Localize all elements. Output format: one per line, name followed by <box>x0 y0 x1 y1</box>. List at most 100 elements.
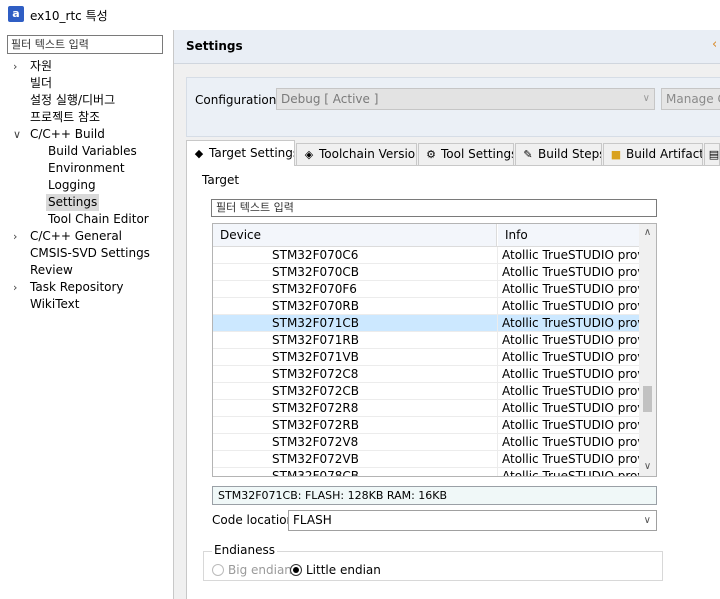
table-row[interactable]: STM32F070C6 Atollic TrueSTUDIO prov... <box>213 247 639 264</box>
tree-item[interactable]: WikiText <box>0 296 172 313</box>
tab-tool-settings[interactable]: ⚙ Tool Settings <box>418 143 514 165</box>
tab-binary-parsers[interactable]: ▤ <box>704 143 720 165</box>
device-table-scrollbar[interactable]: ∧ ∨ <box>639 224 656 476</box>
tab-build-steps[interactable]: ✎ Build Steps <box>515 143 602 165</box>
table-row[interactable]: STM32F071CB Atollic TrueSTUDIO prov... <box>213 315 639 332</box>
info-cell: Atollic TrueSTUDIO prov... <box>502 384 639 398</box>
table-row[interactable]: STM32F072RB Atollic TrueSTUDIO prov... <box>213 417 639 434</box>
info-cell: Atollic TrueSTUDIO prov... <box>502 469 639 477</box>
device-cell: STM32F078CB <box>272 469 359 477</box>
build-artifact-icon: ■ <box>610 147 622 161</box>
tab-build-artifact[interactable]: ■ Build Artifact <box>603 143 703 165</box>
tab-label: Target Settings <box>209 146 295 160</box>
device-cell: STM32F071RB <box>272 333 359 347</box>
chevron-left-icon[interactable]: ‹ <box>712 37 720 53</box>
tree-item[interactable]: ∨ C/C++ Build <box>0 126 172 143</box>
title-bar: a ex10_rtc 특성 <box>0 0 720 30</box>
tab-label: Toolchain Version <box>319 147 417 161</box>
tree-item[interactable]: 프로젝트 참조 <box>0 109 172 126</box>
table-row[interactable]: STM32F072R8 Atollic TrueSTUDIO prov... <box>213 400 639 417</box>
tree-item[interactable]: Logging <box>0 177 172 194</box>
chevron-down-icon[interactable]: ∨ <box>13 126 21 143</box>
column-separator <box>497 400 498 417</box>
little-endian-radio[interactable]: Little endian <box>290 562 381 578</box>
tree-item[interactable]: CMSIS-SVD Settings <box>0 245 172 262</box>
info-cell: Atollic TrueSTUDIO prov... <box>502 367 639 381</box>
code-location-select[interactable]: FLASH ∨ <box>288 510 657 531</box>
column-separator <box>497 468 498 476</box>
configuration-panel: Configuration: Debug [ Active ] ∨ Manage… <box>186 77 720 137</box>
tree-item[interactable]: Build Variables <box>0 143 172 160</box>
radio-icon <box>212 564 224 576</box>
tree-item[interactable]: Review <box>0 262 172 279</box>
table-row[interactable]: STM32F070CB Atollic TrueSTUDIO prov... <box>213 264 639 281</box>
big-endian-radio: Big endian <box>212 562 292 578</box>
info-cell: Atollic TrueSTUDIO prov... <box>502 435 639 449</box>
column-separator <box>497 434 498 451</box>
settings-tabs: ◆ Target Settings ◈ Toolchain Version ⚙ … <box>186 140 720 166</box>
info-cell: Atollic TrueSTUDIO prov... <box>502 316 639 330</box>
tree-item[interactable]: Environment <box>0 160 172 177</box>
target-settings-icon: ◆ <box>194 146 204 160</box>
column-header-info[interactable]: Info <box>498 224 639 246</box>
table-row[interactable]: STM32F072CB Atollic TrueSTUDIO prov... <box>213 383 639 400</box>
toolchain-icon: ◈ <box>304 147 314 161</box>
device-cell: STM32F070F6 <box>272 282 357 296</box>
tree-item[interactable]: › C/C++ General <box>0 228 172 245</box>
info-cell: Atollic TrueSTUDIO prov... <box>502 299 639 313</box>
scrollbar-thumb[interactable] <box>643 386 652 412</box>
tab-toolchain-version[interactable]: ◈ Toolchain Version <box>296 143 417 165</box>
radio-checked-icon <box>290 564 302 576</box>
info-cell: Atollic TrueSTUDIO prov... <box>502 452 639 466</box>
device-cell: STM32F072V8 <box>272 435 359 449</box>
device-table-body: STM32F070C6Atollic TrueSTUDIO prov...STM… <box>213 247 639 477</box>
column-separator <box>497 315 498 332</box>
chevron-down-icon: ∨ <box>642 93 650 104</box>
column-header-device[interactable]: Device <box>213 224 497 246</box>
window-title: ex10_rtc 특성 <box>30 9 108 23</box>
chevron-right-icon[interactable]: › <box>13 279 17 296</box>
tree-item[interactable]: Settings <box>0 194 172 211</box>
device-cell: STM32F072VB <box>272 452 359 466</box>
device-cell: STM32F072R8 <box>272 401 359 415</box>
column-separator <box>497 383 498 400</box>
tree-item[interactable]: › Task Repository <box>0 279 172 296</box>
table-row[interactable]: STM32F072C8 Atollic TrueSTUDIO prov... <box>213 366 639 383</box>
tree-item-label: Review <box>30 263 73 277</box>
chevron-right-icon[interactable]: › <box>13 58 17 75</box>
tree-item-label: Tool Chain Editor <box>48 212 149 226</box>
settings-header: Settings ‹ <box>174 30 720 64</box>
tab-target-settings[interactable]: ◆ Target Settings <box>186 140 295 166</box>
table-row[interactable]: STM32F071VB Atollic TrueSTUDIO prov... <box>213 349 639 366</box>
info-cell: Atollic TrueSTUDIO prov... <box>502 418 639 432</box>
column-separator <box>497 281 498 298</box>
chevron-right-icon[interactable]: › <box>13 228 17 245</box>
tree-item-label: 빌더 <box>30 76 53 90</box>
device-cell: STM32F072C8 <box>272 367 359 381</box>
tree-item[interactable]: 설정 실행/디버그 <box>0 92 172 109</box>
tree-item-label: Environment <box>48 161 125 175</box>
table-row[interactable]: STM32F071RB Atollic TrueSTUDIO prov... <box>213 332 639 349</box>
tree-item[interactable]: 빌더 <box>0 75 172 92</box>
table-row[interactable]: STM32F072VB Atollic TrueSTUDIO prov... <box>213 451 639 468</box>
device-summary: STM32F071CB: FLASH: 128KB RAM: 16KB <box>212 486 657 505</box>
tab-label: Tool Settings <box>441 147 514 161</box>
device-cell: STM32F070CB <box>272 265 359 279</box>
table-row[interactable]: STM32F072V8 Atollic TrueSTUDIO prov... <box>213 434 639 451</box>
tree-item-label: WikiText <box>30 297 80 311</box>
device-filter-input[interactable]: 필터 텍스트 입력 <box>211 199 657 217</box>
table-row[interactable]: STM32F070RB Atollic TrueSTUDIO prov... <box>213 298 639 315</box>
tree-item[interactable]: › 자원 <box>0 58 172 75</box>
column-separator <box>497 451 498 468</box>
table-row[interactable]: STM32F070F6 Atollic TrueSTUDIO prov... <box>213 281 639 298</box>
configuration-select: Debug [ Active ] ∨ <box>276 88 655 110</box>
endianess-group-title: Endianess <box>212 543 277 557</box>
chevron-up-icon[interactable]: ∧ <box>639 226 656 240</box>
chevron-down-icon[interactable]: ∨ <box>639 460 656 474</box>
nav-filter-input[interactable]: 필터 텍스트 입력 <box>7 35 163 54</box>
radio-label: Little endian <box>306 563 381 577</box>
tree-item-label: 자원 <box>30 59 53 73</box>
configuration-label: Configuration: <box>195 93 281 107</box>
table-row[interactable]: STM32F078CB Atollic TrueSTUDIO prov... <box>213 468 639 477</box>
tree-item[interactable]: Tool Chain Editor <box>0 211 172 228</box>
